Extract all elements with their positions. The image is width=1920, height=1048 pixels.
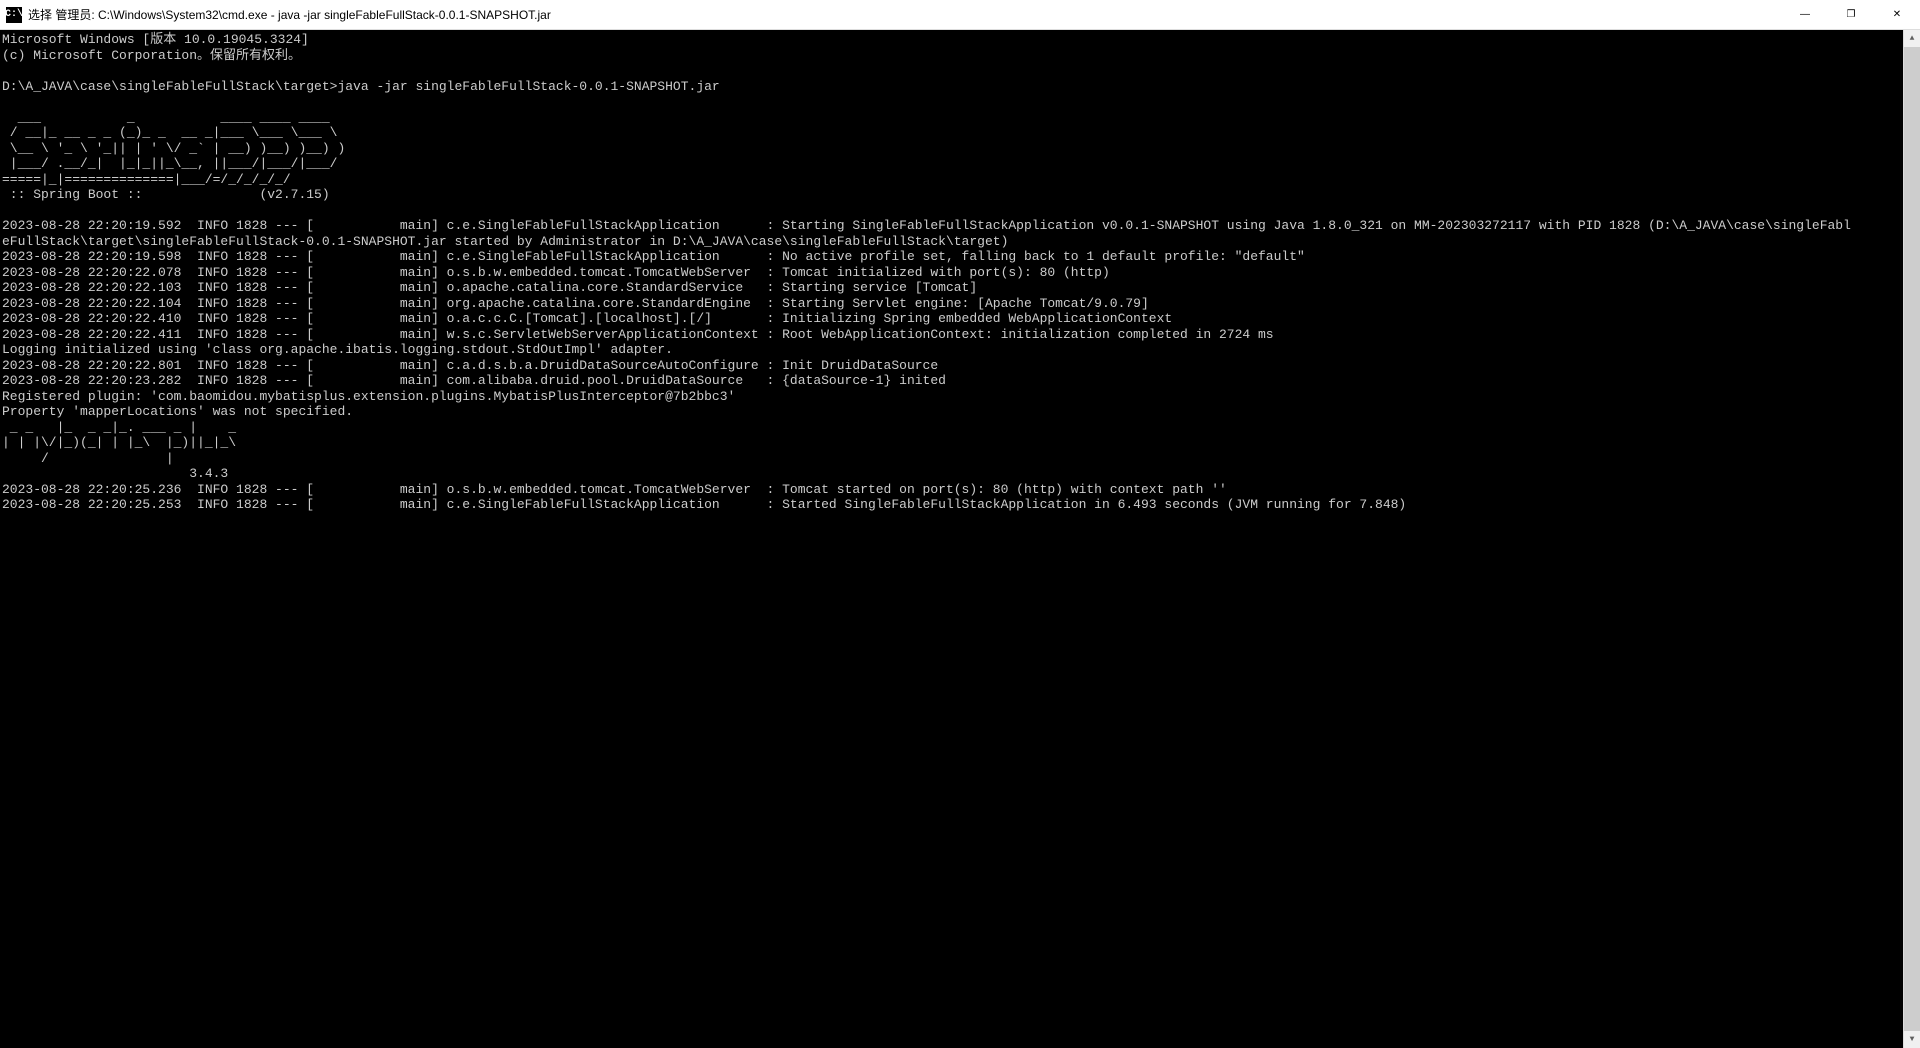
scroll-down-arrow[interactable]: ▼	[1904, 1031, 1920, 1048]
close-button[interactable]: ✕	[1874, 0, 1920, 29]
scroll-thumb[interactable]	[1904, 47, 1920, 1031]
window-title: 选择 管理员: C:\Windows\System32\cmd.exe - ja…	[28, 6, 1782, 23]
maximize-button[interactable]: ❐	[1828, 0, 1874, 29]
window-controls: — ❐ ✕	[1782, 0, 1920, 29]
minimize-button[interactable]: —	[1782, 0, 1828, 29]
cmd-icon: C:\	[6, 7, 22, 23]
terminal-window[interactable]: Microsoft Windows [版本 10.0.19045.3324] (…	[0, 30, 1920, 1048]
terminal-output[interactable]: Microsoft Windows [版本 10.0.19045.3324] (…	[0, 30, 1903, 1048]
window-titlebar[interactable]: C:\ 选择 管理员: C:\Windows\System32\cmd.exe …	[0, 0, 1920, 30]
scroll-track[interactable]	[1904, 47, 1920, 1031]
vertical-scrollbar[interactable]: ▲ ▼	[1903, 30, 1920, 1048]
scroll-up-arrow[interactable]: ▲	[1904, 30, 1920, 47]
